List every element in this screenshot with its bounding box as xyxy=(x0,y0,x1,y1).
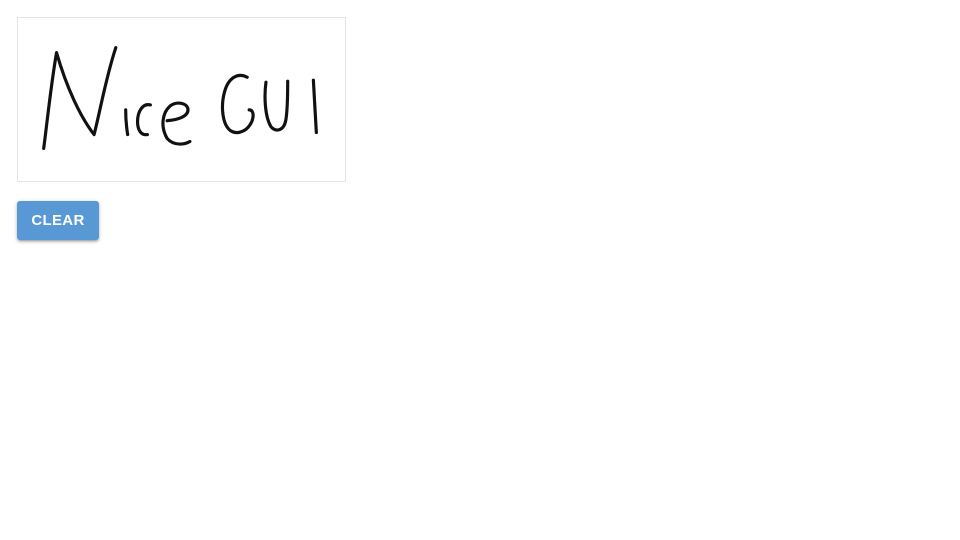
drawing-canvas[interactable] xyxy=(17,17,346,182)
stroke-letter-g xyxy=(220,73,255,135)
page: CLEAR xyxy=(0,0,960,540)
stroke-letter-i-upper xyxy=(311,78,318,135)
stroke-letter-n xyxy=(42,46,118,150)
handwritten-strokes xyxy=(42,46,318,150)
stroke-letter-c xyxy=(135,103,152,137)
clear-button[interactable]: CLEAR xyxy=(17,201,99,240)
stroke-letter-i xyxy=(124,108,130,137)
stroke-letter-e xyxy=(161,101,192,146)
stroke-letter-u xyxy=(263,79,290,132)
